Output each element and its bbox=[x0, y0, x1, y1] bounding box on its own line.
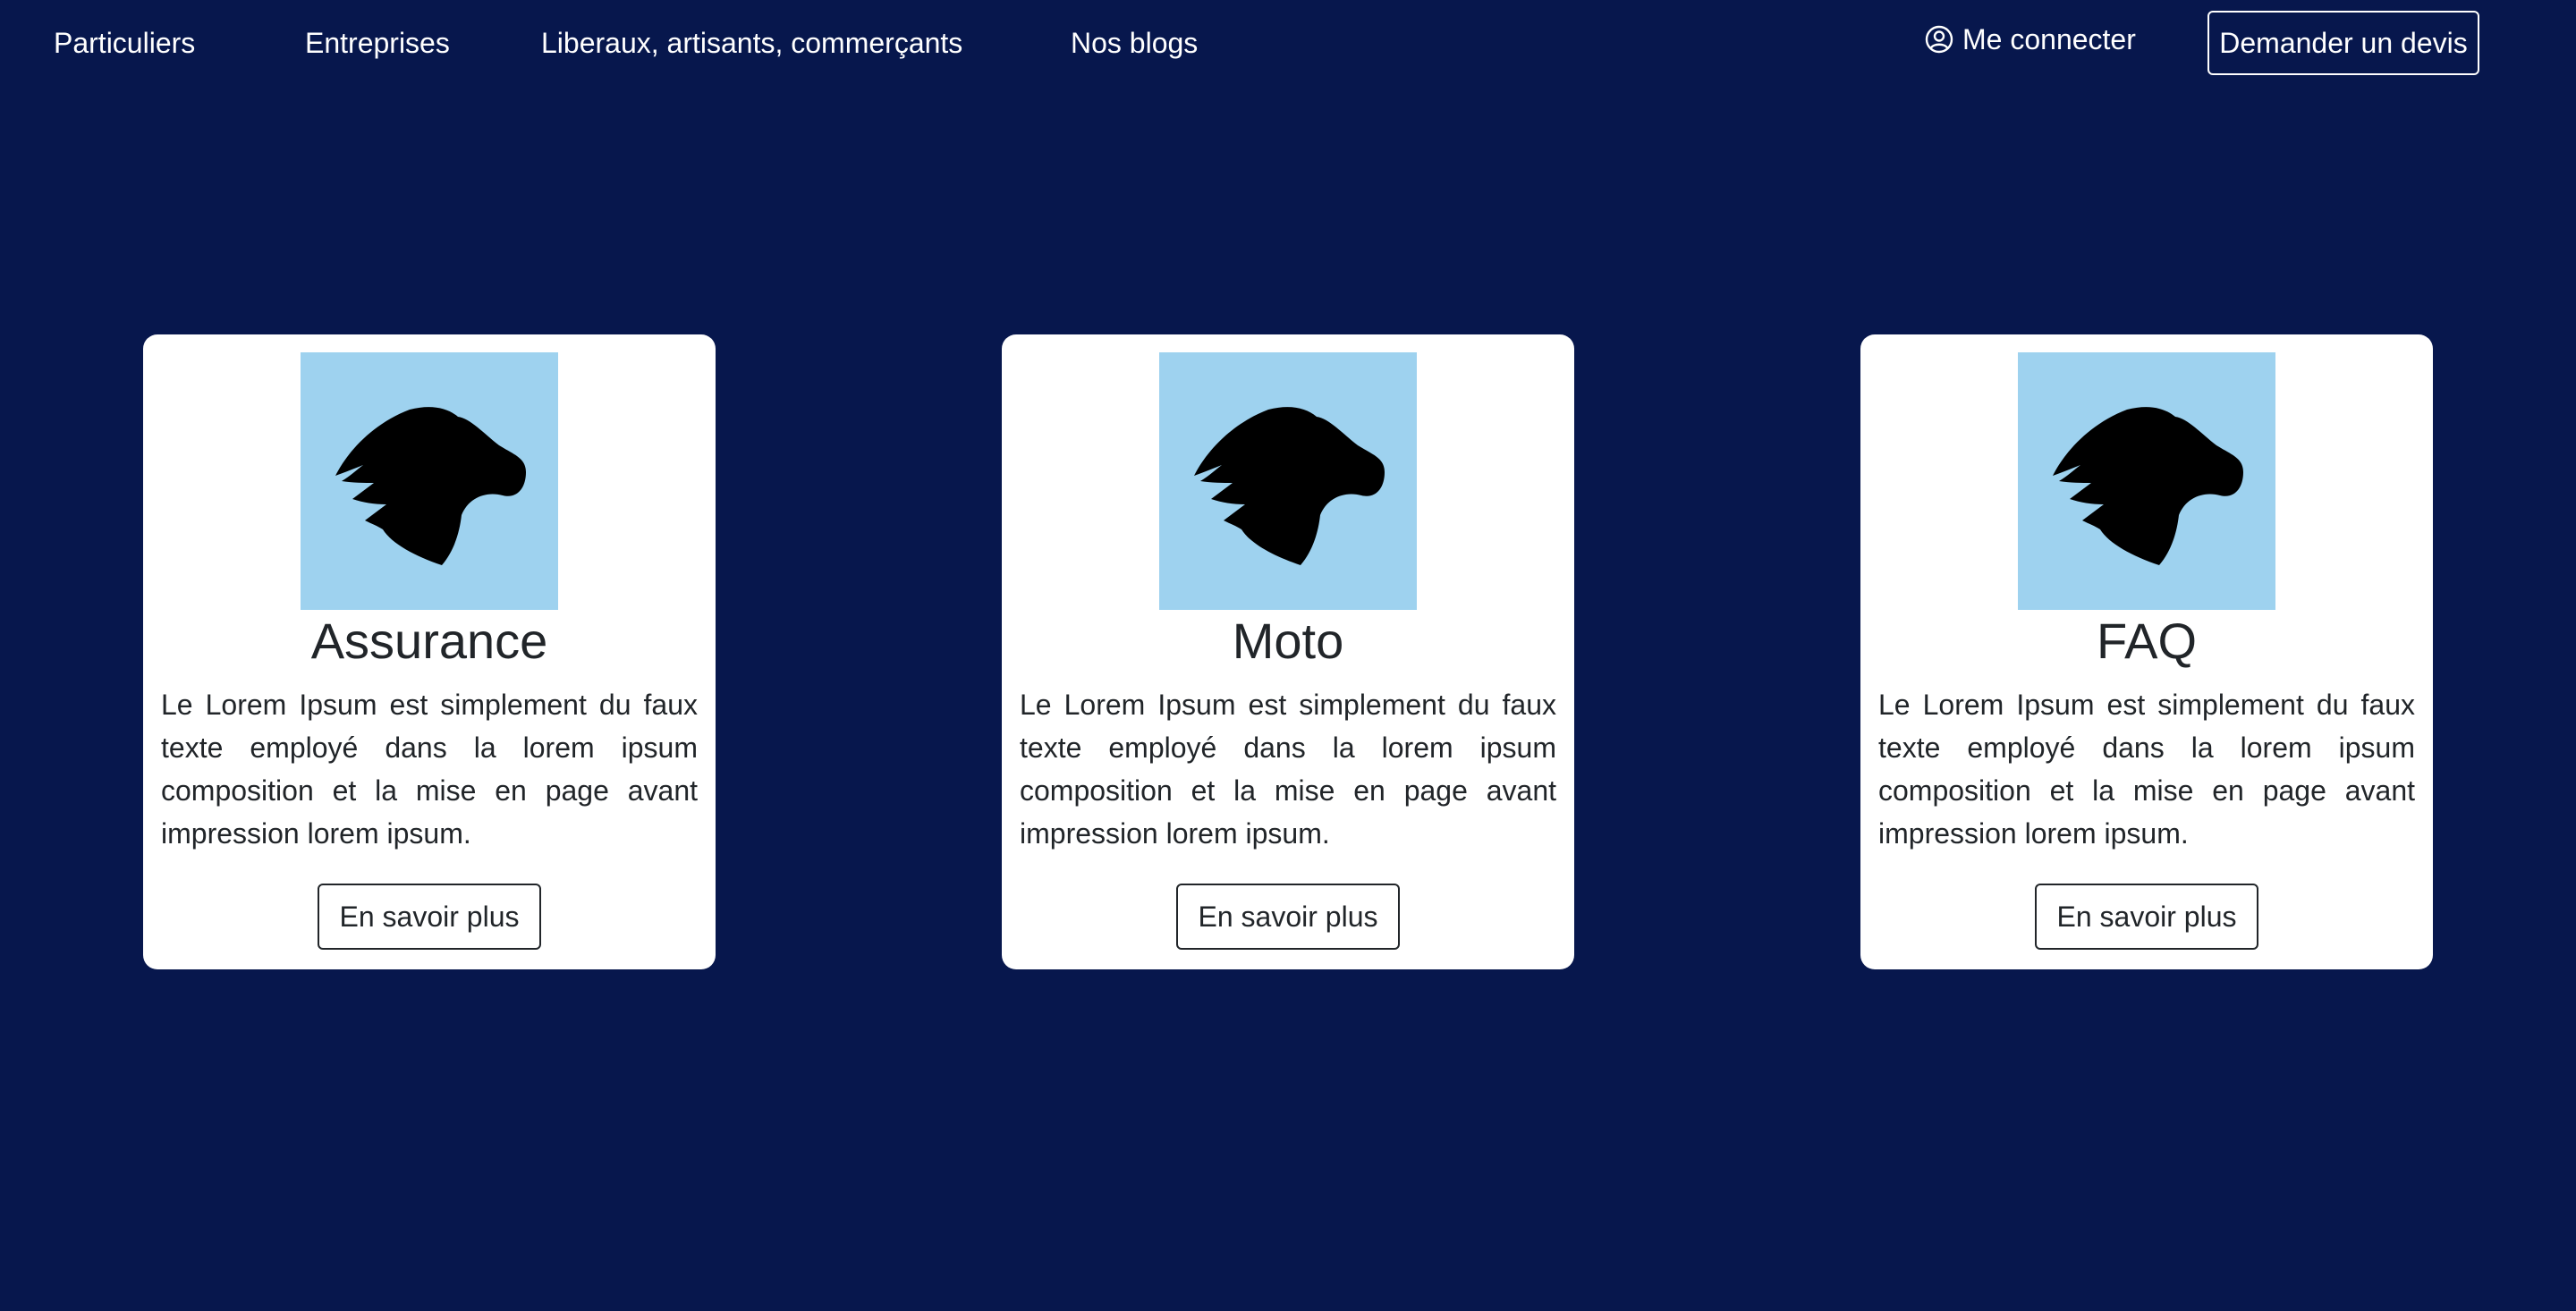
card-title: Assurance bbox=[310, 613, 548, 669]
login-label: Me connecter bbox=[1962, 22, 2136, 55]
nav-link-particuliers[interactable]: Particuliers bbox=[54, 24, 195, 62]
animal-head-silhouette-icon bbox=[1194, 407, 1385, 565]
card-assurance: Assurance Le Lorem Ipsum est simplement … bbox=[143, 334, 716, 969]
learn-more-button[interactable]: En savoir plus bbox=[2035, 884, 2258, 950]
nav-link-entreprises[interactable]: Entreprises bbox=[305, 24, 450, 62]
card-faq: FAQ Le Lorem Ipsum est simplement du fau… bbox=[1860, 334, 2433, 969]
nav-link-blogs[interactable]: Nos blogs bbox=[1071, 24, 1198, 62]
card-description: Le Lorem Ipsum est simplement du faux te… bbox=[161, 689, 698, 850]
nav-link-liberaux[interactable]: Liberaux, artisants, commerçants bbox=[541, 24, 962, 62]
login-link[interactable]: Me connecter bbox=[1925, 21, 2136, 58]
card-title: FAQ bbox=[2096, 613, 2198, 669]
animal-head-silhouette-icon bbox=[2053, 407, 2243, 565]
user-circle-icon bbox=[1925, 25, 1962, 54]
card-title: Moto bbox=[1232, 613, 1344, 669]
card-moto: Moto Le Lorem Ipsum est simplement du fa… bbox=[1002, 334, 1574, 969]
card-image bbox=[301, 352, 558, 610]
request-quote-button[interactable]: Demander un devis bbox=[2207, 11, 2479, 75]
learn-more-button[interactable]: En savoir plus bbox=[318, 884, 541, 950]
card-image bbox=[1159, 352, 1417, 610]
learn-more-button[interactable]: En savoir plus bbox=[1176, 884, 1400, 950]
card-description: Le Lorem Ipsum est simplement du faux te… bbox=[1878, 689, 2415, 850]
card-image bbox=[2018, 352, 2275, 610]
top-navigation: Particuliers Entreprises Liberaux, artis… bbox=[0, 0, 2576, 86]
animal-head-silhouette-icon bbox=[335, 407, 526, 565]
card-description: Le Lorem Ipsum est simplement du faux te… bbox=[1020, 689, 1556, 850]
